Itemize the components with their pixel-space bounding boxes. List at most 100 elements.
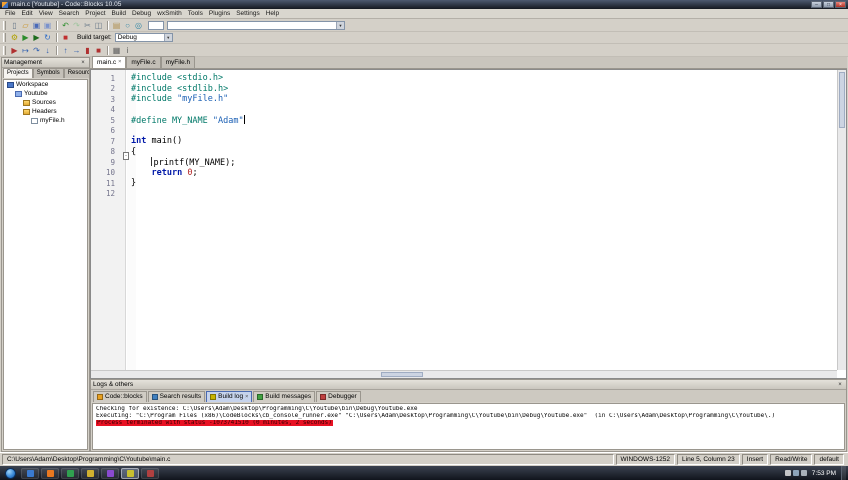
code-token: { [131,146,137,157]
replace-icon[interactable]: ◎ [133,20,144,31]
log-tab-build-messages[interactable]: Build messages [253,391,316,402]
tray-icon-2[interactable] [792,470,799,476]
toolbar-grip[interactable] [3,45,6,55]
run-to-cursor-icon[interactable]: ↦ [20,45,31,56]
fold-marker-icon[interactable]: - [123,152,129,161]
debugging-windows-icon[interactable]: ▦ [111,45,122,56]
log-tab-label: Build messages [265,393,312,400]
tree-node-youtube[interactable]: Youtube [4,89,87,98]
menu-tools[interactable]: Tools [185,9,206,19]
save-icon[interactable]: ▣ [31,20,42,31]
new-file-icon[interactable]: ▯ [9,20,20,31]
code-token: #include [131,94,178,104]
menu-help[interactable]: Help [263,9,282,19]
cut-icon[interactable]: ✂ [82,20,93,31]
editor-tab-myFile.c[interactable]: myFile.c [126,56,161,68]
toolbar-grip[interactable] [3,20,6,30]
log-tab-search-results[interactable]: Search results [147,391,206,402]
toolbar-mini-input[interactable] [148,20,164,30]
taskbar-app-codeblocks[interactable] [121,467,139,479]
editor-tab-main.c[interactable]: main.c × [92,56,127,68]
run-icon[interactable]: ▶ [20,32,31,43]
vertical-scrollbar-thumb[interactable] [839,72,845,128]
horizontal-scrollbar-thumb[interactable] [381,372,423,377]
step-out-icon[interactable]: ↑ [60,45,71,56]
toolbar-separator [56,33,57,42]
code-token: printf(MY_NAME); [153,157,236,168]
code-token: "Adam" [212,115,244,126]
debug-info-icon[interactable]: i [122,45,133,56]
stop-debugger-icon[interactable]: ■ [93,45,104,56]
open-file-icon[interactable]: ▱ [20,20,31,31]
code-text: #include <stdio.h> [131,73,223,84]
tray-icon-3[interactable] [784,470,791,476]
close-tab-icon[interactable]: × [118,57,121,68]
step-into-icon[interactable]: ↓ [42,45,53,56]
find-icon[interactable]: ○ [122,20,133,31]
horizontal-scrollbar[interactable] [91,370,837,378]
taskbar-app-3[interactable] [61,467,79,479]
close-panel-icon[interactable]: × [836,381,844,389]
debug-continue-icon[interactable]: ▶ [9,45,20,56]
taskbar-app-7[interactable] [141,467,159,479]
build-icon[interactable]: ⚙ [9,32,20,43]
menu-project[interactable]: Project [82,9,108,19]
menu-file[interactable]: File [2,9,18,19]
build-log-content[interactable]: Checking for existence: C:\Users\Adam\De… [92,403,845,450]
close-tab-icon[interactable]: × [245,392,248,402]
save-all-icon[interactable]: ▣ [42,20,53,31]
editor-tab-myFile.h[interactable]: myFile.h [160,56,196,68]
menu-edit[interactable]: Edit [18,9,35,19]
close-button[interactable]: × [835,1,846,8]
vertical-scrollbar[interactable] [837,70,846,370]
menu-settings[interactable]: Settings [233,9,263,19]
tree-node-headers[interactable]: Headers [4,107,87,116]
symbol-combo[interactable]: ▼ [167,20,345,30]
toolbar-grip[interactable] [3,33,6,42]
undo-icon[interactable]: ↶ [60,20,71,31]
project-tree[interactable]: Workspace Youtube Sources Headers myFile.h [3,79,88,450]
break-debugger-icon[interactable]: ▮ [82,45,93,56]
tray-icon-1[interactable] [800,470,807,476]
menu-view[interactable]: View [36,9,56,19]
code-line: 11} [91,178,837,189]
mgmt-tab-projects[interactable]: Projects [3,68,33,78]
tree-label: Sources [32,99,56,106]
paste-icon[interactable]: ▤ [111,20,122,31]
menu-plugins[interactable]: Plugins [206,9,233,19]
menu-search[interactable]: Search [56,9,83,19]
build-and-run-icon[interactable]: ▶ [31,32,42,43]
menu-wxsmith[interactable]: wxSmith [154,9,185,19]
build-target-combo[interactable]: Debug ▼ [114,33,173,42]
tree-node-myfile.h[interactable]: myFile.h [4,116,87,125]
chevron-down-icon[interactable]: ▼ [163,34,172,41]
log-tab-code-blocks[interactable]: Code::blocks [93,391,147,402]
rebuild-icon[interactable]: ↻ [42,32,53,43]
taskbar-app-4[interactable] [81,467,99,479]
clock[interactable]: 7:53 PM [809,470,839,477]
tree-node-workspace[interactable]: Workspace [4,80,87,89]
maximize-button[interactable]: □ [823,1,834,8]
menu-build[interactable]: Build [109,9,129,19]
close-panel-icon[interactable]: × [79,59,87,67]
menu-debug[interactable]: Debug [129,9,154,19]
taskbar-app-5[interactable] [101,467,119,479]
abort-build-icon[interactable]: ■ [60,32,71,43]
log-line: Executing: "C:\Program Files (x86)\CodeB… [96,413,841,420]
taskbar-app-1[interactable] [21,467,39,479]
mgmt-tab-symbols[interactable]: Symbols [32,68,64,78]
taskbar-app-2[interactable] [41,467,59,479]
log-tab-debugger[interactable]: Debugger [316,391,361,402]
log-tab-build-log[interactable]: Build log × [206,391,253,402]
next-line-icon[interactable]: ↷ [31,45,42,56]
next-instruction-icon[interactable]: → [71,45,82,56]
copy-icon[interactable]: ◫ [93,20,104,31]
show-desktop-button[interactable] [841,466,846,480]
mgmt-tab-resources[interactable]: Resources [63,68,89,78]
start-button[interactable] [5,467,16,479]
chevron-down-icon[interactable]: ▼ [336,21,344,29]
minimize-button[interactable]: – [811,1,822,8]
code-lines[interactable]: 1 #include <stdio.h> 2 #include <stdlib.h> 3… [91,70,837,370]
redo-icon[interactable]: ↷ [71,20,82,31]
tree-node-sources[interactable]: Sources [4,98,87,107]
